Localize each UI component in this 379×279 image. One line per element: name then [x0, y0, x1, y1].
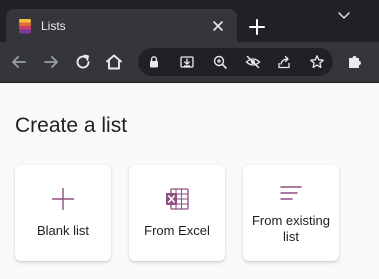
back-arrow-icon[interactable]	[9, 52, 29, 72]
home-icon[interactable]	[104, 52, 124, 72]
card-label: From existing list	[251, 213, 331, 244]
tab-strip: Lists	[0, 0, 379, 42]
browser-window: Lists Create a list Blank list From Exce…	[0, 0, 379, 279]
install-app-icon[interactable]	[179, 54, 195, 70]
new-tab-plus-icon[interactable]	[247, 17, 267, 37]
tab-lists[interactable]: Lists	[6, 9, 237, 42]
tracking-protection-icon[interactable]	[245, 54, 261, 70]
lock-icon[interactable]	[146, 54, 162, 70]
lines-icon	[280, 186, 302, 200]
from-excel-card[interactable]: From Excel	[129, 165, 225, 261]
card-label: From Excel	[144, 223, 210, 238]
card-label: Blank list	[36, 223, 90, 238]
blank-list-card[interactable]: Blank list	[15, 165, 111, 261]
page-title: Create a list	[15, 114, 128, 137]
page-content: Create a list Blank list From Excel From…	[0, 83, 379, 279]
close-icon[interactable]	[210, 18, 226, 34]
browser-toolbar	[0, 42, 379, 83]
excel-icon	[166, 188, 189, 210]
share-icon[interactable]	[276, 54, 292, 70]
zoom-icon[interactable]	[212, 54, 228, 70]
reload-icon[interactable]	[73, 52, 93, 72]
tab-title: Lists	[41, 19, 66, 33]
microsoft-lists-icon	[19, 19, 31, 34]
bookmark-star-icon[interactable]	[309, 54, 325, 70]
forward-arrow-icon[interactable]	[41, 52, 61, 72]
extensions-puzzle-icon[interactable]	[345, 52, 365, 72]
plus-icon	[52, 188, 74, 210]
from-existing-list-card[interactable]: From existing list	[243, 165, 339, 261]
address-bar[interactable]	[138, 48, 333, 76]
chevron-down-icon[interactable]	[336, 10, 352, 22]
